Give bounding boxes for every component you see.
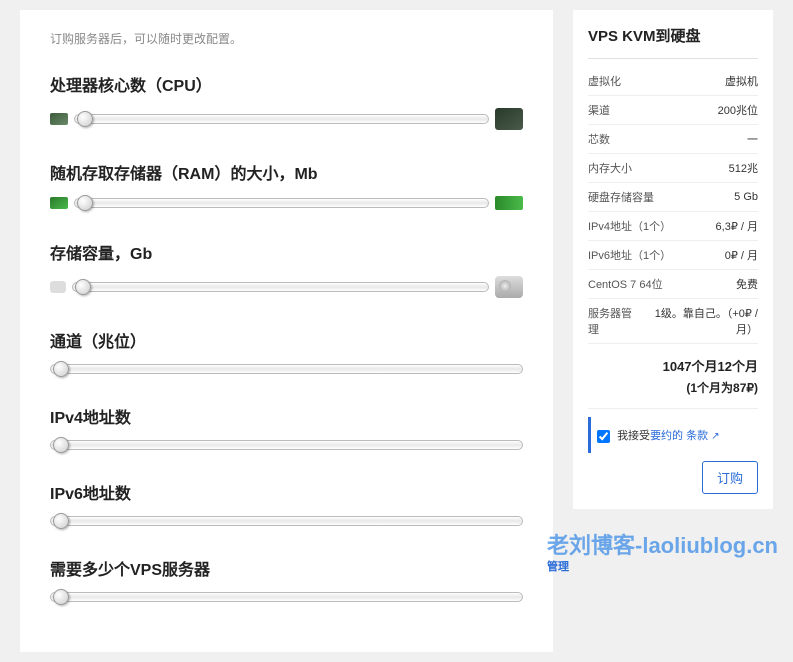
cpu-min-icon [50,113,68,125]
summary-row: 芯数一 [588,125,758,154]
ram-max-icon [495,196,523,210]
channel-label: 通道（兆位） [50,328,523,352]
total-section: 1047个月12个月 (1个月为87₽) [588,344,758,409]
summary-row: 硬盘存储容量5 Gb [588,183,758,212]
intro-text: 订购服务器后，可以随时更改配置。 [50,30,523,47]
summary-row: CentOS 7 64位免费 [588,270,758,299]
slider-thumb[interactable] [75,279,91,295]
slider-thumb[interactable] [53,513,69,529]
cpu-slider[interactable] [74,114,489,124]
summary-panel: VPS KVM到硬盘 虚拟化虚拟机 渠道200兆位 芯数一 内存大小512兆 硬… [573,10,773,509]
channel-slider[interactable] [50,364,523,374]
ram-min-icon [50,197,68,209]
config-cpu: 处理器核心数（CPU） [50,72,523,130]
summary-row: 内存大小512兆 [588,154,758,183]
cpu-label: 处理器核心数（CPU） [50,72,523,96]
config-ipv6: IPv6地址数 [50,480,523,526]
ipv6-slider[interactable] [50,516,523,526]
slider-thumb[interactable] [53,437,69,453]
config-vpscount: 需要多少个VPS服务器 [50,556,523,602]
terms-checkbox[interactable] [597,430,610,443]
summary-row: 渠道200兆位 [588,96,758,125]
slider-thumb[interactable] [53,361,69,377]
total-sub: (1个月为87₽) [588,379,758,396]
vpscount-label: 需要多少个VPS服务器 [50,556,523,580]
terms-row: 我接受要约的 条款 ↗ [588,417,758,453]
summary-row: 服务器管理1级。靠自己。（+0₽ / 月） [588,299,758,344]
terms-mid-link[interactable]: 要约的 [650,430,683,442]
ipv4-label: IPv4地址数 [50,404,523,428]
config-channel: 通道（兆位） [50,328,523,374]
storage-label: 存储容量，Gb [50,240,523,264]
ipv6-label: IPv6地址数 [50,480,523,504]
disk-max-icon [495,276,523,298]
external-link-icon: ↗ [711,431,719,442]
storage-slider[interactable] [72,282,489,292]
config-ipv4: IPv4地址数 [50,404,523,450]
slider-thumb[interactable] [77,195,93,211]
total-main: 1047个月12个月 [588,356,758,375]
summary-title: VPS KVM到硬盘 [588,25,758,59]
ram-label: 随机存取存储器（RAM）的大小，Mb [50,160,523,184]
summary-row: 虚拟化虚拟机 [588,67,758,96]
slider-thumb[interactable] [53,589,69,605]
ram-slider[interactable] [74,198,489,208]
cpu-max-icon [495,108,523,130]
disk-min-icon [50,281,66,293]
order-button[interactable]: 订购 [702,461,758,494]
summary-row: IPv6地址（1个）0₽ / 月 [588,241,758,270]
ipv4-slider[interactable] [50,440,523,450]
config-panel: 订购服务器后，可以随时更改配置。 处理器核心数（CPU） 随机存取存储器（RAM… [20,10,553,652]
summary-row: IPv4地址（1个）6,3₽ / 月 [588,212,758,241]
terms-link[interactable]: 条款 [686,430,708,442]
slider-thumb[interactable] [77,111,93,127]
config-storage: 存储容量，Gb [50,240,523,298]
config-ram: 随机存取存储器（RAM）的大小，Mb [50,160,523,210]
terms-prefix: 我接受 [617,430,650,442]
